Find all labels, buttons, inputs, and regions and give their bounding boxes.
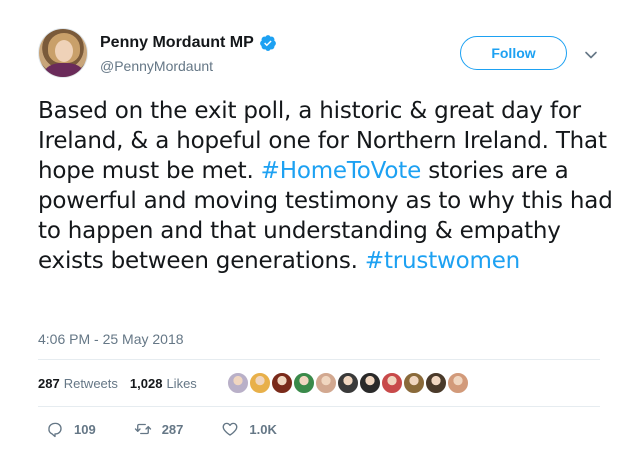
liker-avatar[interactable] [381,372,403,394]
author-display-name[interactable]: Penny Mordaunt MP [100,34,254,52]
tweet-timestamp[interactable]: 4:06 PM - 25 May 2018 [38,331,184,347]
likes-stat[interactable]: 1,028 Likes [130,376,197,391]
avatar-body [45,63,83,77]
tweet-stats: 287 Retweets 1,028 Likes [38,369,209,397]
hashtag-trustwomen[interactable]: #trustwomen [365,248,520,274]
author-avatar[interactable] [38,28,88,78]
liker-avatar[interactable] [315,372,337,394]
liker-avatar[interactable] [403,372,425,394]
author-name-row[interactable]: Penny Mordaunt MP [100,34,277,52]
liker-avatars [227,372,469,394]
retweets-stat[interactable]: 287 Retweets [38,376,118,391]
likes-count: 1,028 [129,375,163,391]
reply-icon [48,422,62,438]
liker-avatar[interactable] [447,372,469,394]
heart-icon [222,422,238,436]
divider [38,406,600,407]
tweet-actions: 109 287 1.0K [46,420,315,438]
retweets-label: Retweets [63,375,118,391]
verified-badge-icon [259,35,276,51]
retweet-button[interactable]: 287 [134,420,184,438]
like-count: 1.0K [249,421,277,437]
liker-avatar[interactable] [425,372,447,394]
hashtag-hometovote[interactable]: #HomeToVote [261,158,422,184]
liker-avatar[interactable] [249,372,271,394]
liker-avatar[interactable] [359,372,381,394]
liker-avatar[interactable] [337,372,359,394]
retweets-count: 287 [38,375,60,391]
like-button[interactable]: 1.0K [221,420,277,438]
follow-button[interactable]: Follow [460,36,567,70]
retweet-count: 287 [161,421,184,437]
tweet-header: Penny Mordaunt MP @PennyMordaunt Follow [38,28,618,82]
reply-button[interactable]: 109 [46,420,96,438]
chevron-down-icon[interactable] [584,48,598,62]
retweet-icon [134,423,151,435]
liker-avatar[interactable] [271,372,293,394]
reply-count: 109 [74,421,96,437]
liker-avatar[interactable] [227,372,249,394]
tweet-text: Based on the exit poll, a historic & gre… [38,96,618,276]
liker-avatar[interactable] [293,372,315,394]
avatar-face [55,40,73,62]
author-handle[interactable]: @PennyMordaunt [100,58,213,74]
divider [38,359,600,360]
likes-label: Likes [166,375,197,391]
